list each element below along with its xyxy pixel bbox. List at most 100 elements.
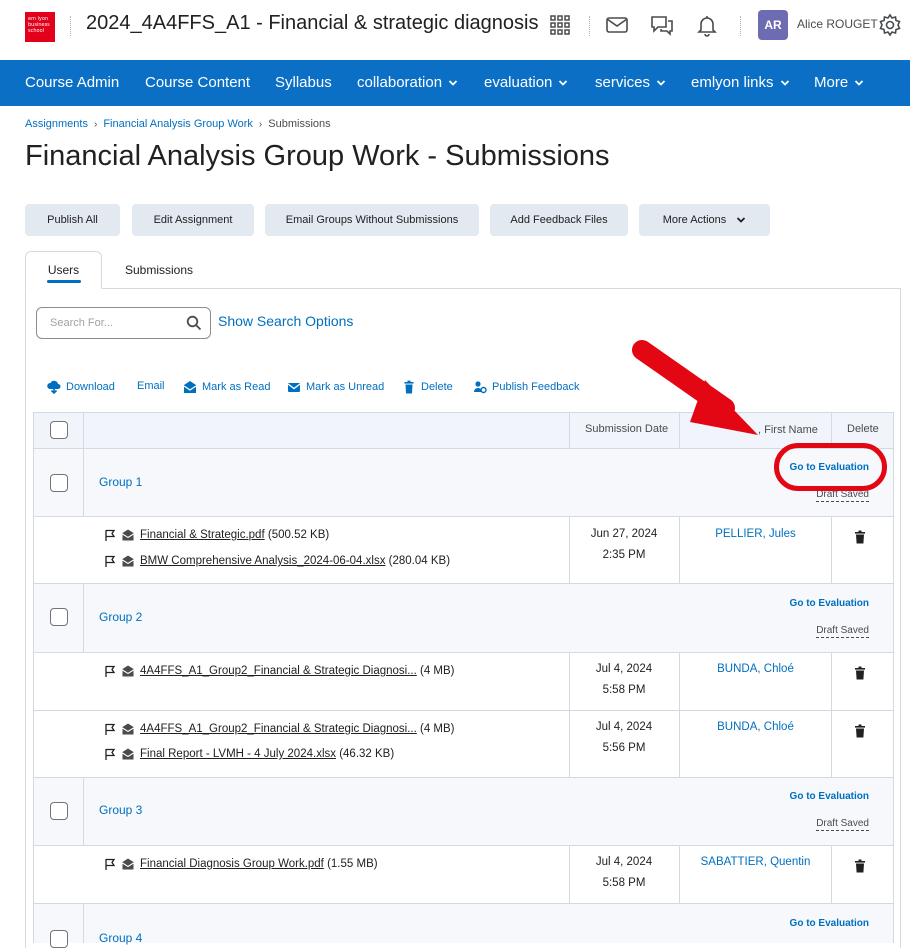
column-divider: [831, 653, 832, 710]
submitter-name[interactable]: BUNDA, Chloé: [680, 721, 831, 733]
bell-icon[interactable]: [694, 12, 720, 38]
mail-icon[interactable]: [604, 12, 630, 38]
file-link[interactable]: BMW Comprehensive Analysis_2024-06-04.xl…: [140, 555, 385, 567]
time-value: 5:58 PM: [602, 877, 646, 889]
group-row: Group 3 Go to Evaluation Draft Saved: [33, 778, 894, 846]
trash-icon[interactable]: [853, 724, 867, 738]
group-name[interactable]: Group 2: [99, 610, 142, 624]
add-feedback-files-button[interactable]: Add Feedback Files: [490, 204, 628, 236]
email-action[interactable]: Email: [137, 380, 165, 392]
file-link[interactable]: 4A4FFS_A1_Group2_Financial & Strategic D…: [140, 723, 417, 735]
group-checkbox[interactable]: [50, 474, 68, 492]
file-read-icon: [122, 665, 134, 677]
waffle-icon[interactable]: [547, 12, 573, 38]
user-name[interactable]: Alice ROUGET: [797, 17, 878, 31]
file-read-icon: [122, 555, 134, 567]
button-label: Publish All: [47, 214, 98, 226]
breadcrumb: Assignments › Financial Analysis Group W…: [25, 118, 331, 130]
show-search-options-link[interactable]: Show Search Options: [218, 313, 353, 329]
submitter-name[interactable]: PELLIER, Jules: [680, 528, 831, 540]
group-checkbox[interactable]: [50, 930, 68, 948]
file-link[interactable]: Financial Diagnosis Group Work.pdf: [140, 858, 324, 870]
edit-assignment-button[interactable]: Edit Assignment: [132, 204, 254, 236]
nav-course-admin[interactable]: Course Admin: [25, 74, 119, 91]
trash-icon[interactable]: [853, 530, 867, 544]
tab-label: Users: [47, 263, 80, 277]
group-name[interactable]: Group 1: [99, 475, 142, 489]
download-action[interactable]: Download: [47, 380, 115, 394]
file-link[interactable]: Final Report - LVMH - 4 July 2024.xlsx: [140, 748, 336, 760]
download-icon: [47, 380, 61, 394]
chevron-down-icon: [780, 79, 789, 86]
date-value: Jul 4, 2024: [595, 721, 653, 733]
flag-icon[interactable]: [104, 529, 116, 541]
search-box: [36, 307, 211, 339]
nav-syllabus[interactable]: Syllabus: [275, 74, 332, 91]
more-actions-button[interactable]: More Actions: [639, 204, 770, 236]
publish-feedback-action[interactable]: Publish Feedback: [473, 380, 579, 394]
column-divider: [83, 904, 84, 943]
trash-icon[interactable]: [853, 666, 867, 680]
trash-icon[interactable]: [853, 859, 867, 873]
mark-as-unread-action[interactable]: Mark as Unread: [287, 380, 384, 394]
action-label: Mark as Unread: [306, 381, 385, 393]
tab-submissions[interactable]: Submissions: [125, 263, 193, 277]
flag-icon[interactable]: [104, 748, 116, 760]
nav-more[interactable]: More: [814, 74, 864, 91]
file-entry: Financial Diagnosis Group Work.pdf (1.55…: [104, 858, 378, 870]
flag-icon[interactable]: [104, 858, 116, 870]
submission-date: Jul 4, 2024 5:56 PM: [570, 717, 678, 759]
chat-icon[interactable]: [649, 12, 675, 38]
button-label: More Actions: [662, 214, 727, 226]
flag-icon[interactable]: [104, 555, 116, 567]
nav-label: More: [814, 74, 849, 91]
nav-course-content[interactable]: Course Content: [145, 74, 250, 91]
chevron-down-icon: [855, 79, 864, 86]
group-checkbox[interactable]: [50, 802, 68, 820]
search-icon[interactable]: [186, 315, 202, 331]
tab-users[interactable]: Users: [25, 251, 102, 289]
submitter-name[interactable]: SABATTIER, Quentin: [680, 856, 831, 868]
publish-feedback-icon: [474, 381, 487, 394]
email-groups-button[interactable]: Email Groups Without Submissions: [265, 204, 479, 236]
nav-evaluation[interactable]: evaluation: [484, 74, 568, 91]
header-divider: [589, 16, 590, 36]
select-all-checkbox[interactable]: [50, 421, 68, 439]
nav-emlyon-links[interactable]: emlyon links: [691, 74, 790, 91]
nav-label: emlyon links: [691, 74, 774, 91]
file-entry: 4A4FFS_A1_Group2_Financial & Strategic D…: [104, 665, 455, 677]
avatar[interactable]: AR: [758, 10, 788, 40]
publish-all-button[interactable]: Publish All: [25, 204, 120, 236]
go-to-evaluation-link[interactable]: Go to Evaluation: [790, 918, 869, 929]
submission-date: Jul 4, 2024 5:58 PM: [570, 659, 678, 701]
school-logo[interactable]: em lyon business school: [25, 12, 55, 42]
file-link[interactable]: 4A4FFS_A1_Group2_Financial & Strategic D…: [140, 665, 417, 677]
action-label: Delete: [421, 381, 453, 393]
delete-action[interactable]: Delete: [402, 380, 453, 394]
table-row: Financial & Strategic.pdf (500.52 KB) BM…: [33, 517, 894, 584]
nav-services[interactable]: services: [595, 74, 666, 91]
group-name[interactable]: Group 3: [99, 803, 142, 817]
go-to-evaluation-link[interactable]: Go to Evaluation: [790, 791, 869, 802]
breadcrumb-assignments[interactable]: Assignments: [25, 118, 88, 130]
search-input[interactable]: [48, 309, 188, 337]
group-checkbox[interactable]: [50, 608, 68, 626]
go-to-evaluation-link[interactable]: Go to Evaluation: [790, 598, 869, 609]
flag-icon[interactable]: [104, 665, 116, 677]
file-link[interactable]: Financial & Strategic.pdf: [140, 529, 265, 541]
flag-icon[interactable]: [104, 723, 116, 735]
group-row: Group 1 Go to Evaluation Draft Saved: [33, 449, 894, 517]
course-title[interactable]: 2024_4A4FFS_A1 - Financial & strategic d…: [86, 12, 538, 35]
nav-collaboration[interactable]: collaboration: [357, 74, 458, 91]
chevron-down-icon: [656, 79, 666, 86]
chevron-down-icon: [737, 217, 746, 223]
annotation-arrow-icon: [632, 340, 758, 435]
chevron-down-icon: [559, 79, 568, 86]
action-label: Publish Feedback: [492, 381, 580, 393]
gear-icon[interactable]: [877, 12, 903, 38]
submitter-name[interactable]: BUNDA, Chloé: [680, 663, 831, 675]
file-size: (4 MB): [420, 665, 455, 677]
column-divider: [83, 413, 84, 448]
mark-as-read-action[interactable]: Mark as Read: [183, 380, 270, 394]
breadcrumb-assignment[interactable]: Financial Analysis Group Work: [103, 118, 253, 130]
